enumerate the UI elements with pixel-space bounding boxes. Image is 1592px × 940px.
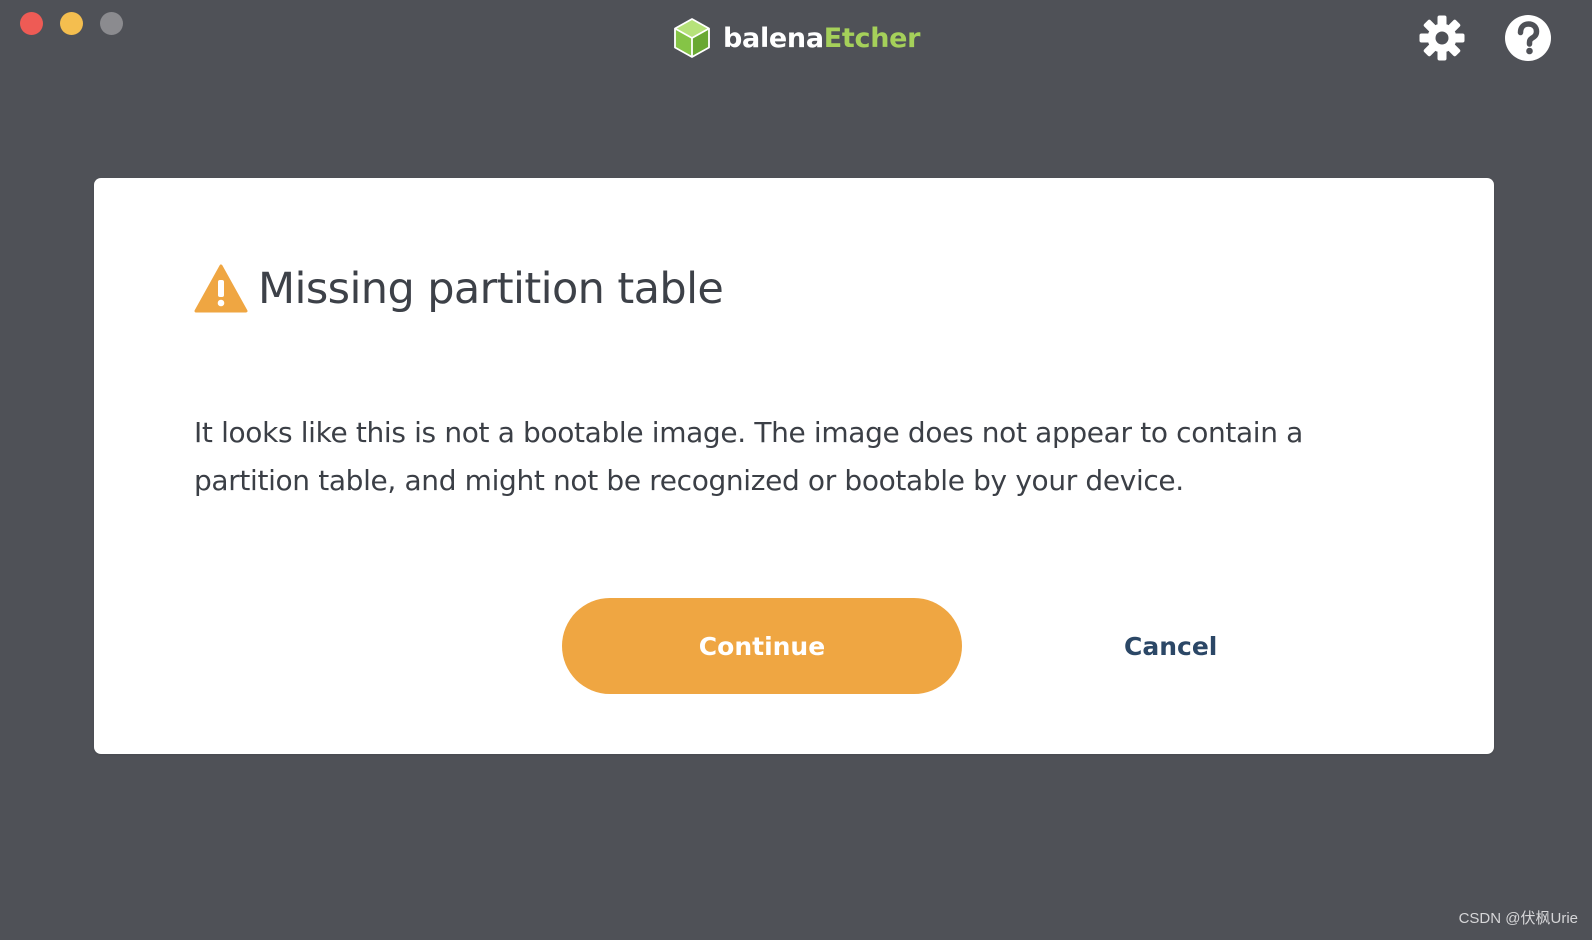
settings-button[interactable] — [1418, 14, 1466, 62]
maximize-window-button[interactable] — [100, 12, 123, 35]
dialog-message: It looks like this is not a bootable ima… — [194, 416, 1303, 497]
question-circle-icon — [1505, 15, 1551, 61]
brand-name-part2: Etcher — [823, 22, 921, 54]
help-button[interactable] — [1504, 14, 1552, 62]
app-window: balenaEtcher Missing partition table It … — [0, 0, 1592, 940]
window-controls — [20, 12, 123, 35]
missing-partition-dialog: Missing partition table It looks like th… — [94, 178, 1494, 754]
warning-triangle-icon — [194, 264, 248, 313]
close-window-button[interactable] — [20, 12, 43, 35]
cancel-button[interactable]: Cancel — [1114, 618, 1227, 674]
minimize-window-button[interactable] — [60, 12, 83, 35]
brand: balenaEtcher — [672, 16, 920, 60]
watermark: CSDN @伏枫Urie — [1458, 910, 1578, 927]
gear-icon — [1419, 15, 1465, 61]
continue-button[interactable]: Continue — [562, 598, 962, 694]
dialog-header: Missing partition table — [194, 264, 724, 314]
cube-logo-icon — [674, 18, 710, 58]
brand-name: balenaEtcher — [723, 25, 920, 52]
dialog-title: Missing partition table — [258, 264, 724, 314]
brand-name-part1: balena — [723, 22, 824, 54]
